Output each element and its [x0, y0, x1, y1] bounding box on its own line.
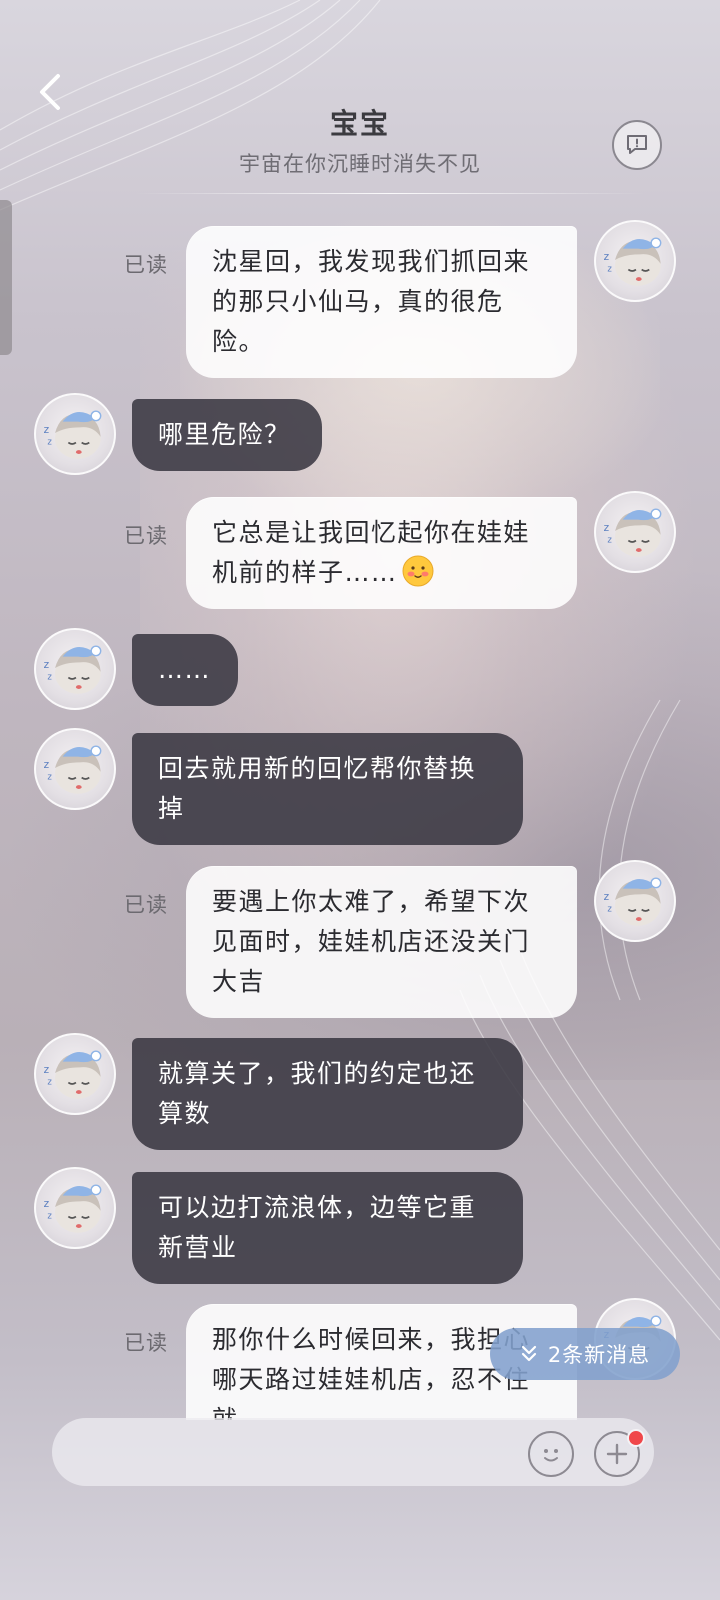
notification-dot: [627, 1429, 645, 1447]
contact-avatar[interactable]: z z: [34, 1033, 116, 1115]
message-text-line: 它总是让我回忆起你在娃娃: [212, 518, 531, 547]
message-bubble-received[interactable]: 可以边打流浪体，边等它重 新营业: [132, 1172, 523, 1284]
message-text-line: 险。: [212, 327, 266, 356]
message-text-line: 就……: [212, 1405, 292, 1420]
svg-text:z: z: [47, 437, 52, 447]
message-bubble-sent[interactable]: 要遇上你太难了，希望下次 见面时，娃娃机店还没关门 大吉: [186, 866, 577, 1018]
my-avatar[interactable]: z z: [594, 491, 676, 573]
read-status-label: 已读: [124, 253, 168, 277]
contact-avatar[interactable]: z z: [34, 728, 116, 810]
svg-text:z: z: [47, 1211, 52, 1221]
plus-icon: [606, 1443, 628, 1465]
sleepy-chibi-avatar-icon: z z: [44, 1050, 102, 1099]
message-text-line: 的那只小仙马，真的很危: [212, 287, 504, 316]
read-status-label: 已读: [124, 524, 168, 548]
svg-text:z: z: [44, 1198, 50, 1210]
svg-text:z: z: [604, 251, 610, 263]
svg-text:z: z: [604, 522, 610, 534]
message-text-line: 要遇上你太难了，希望下次: [212, 887, 531, 916]
svg-text:z: z: [47, 672, 52, 682]
message-text-line: 算数: [158, 1099, 212, 1128]
svg-text:z: z: [44, 659, 50, 671]
sleepy-chibi-avatar-icon: z z: [604, 237, 662, 286]
sleepy-chibi-avatar-icon: z z: [44, 745, 102, 794]
blushing-face-emoji: [402, 555, 434, 587]
message-text-line: 可以边打流浪体，边等它重: [158, 1193, 477, 1222]
new-messages-button[interactable]: 2条新消息: [490, 1328, 680, 1380]
contact-avatar[interactable]: z z: [34, 393, 116, 475]
message-text-line: ……: [158, 655, 211, 684]
svg-text:z: z: [44, 424, 50, 436]
double-chevron-down-icon: [521, 1345, 536, 1362]
svg-text:z: z: [44, 1064, 50, 1076]
message-bubble-received[interactable]: 就算关了，我们的约定也还 算数: [132, 1038, 523, 1150]
svg-text:z: z: [607, 264, 612, 274]
read-status-label: 已读: [124, 893, 168, 917]
sleepy-chibi-avatar-icon: z z: [604, 877, 662, 926]
message-text-line-with-emoji: 机前的样子……: [212, 553, 551, 593]
contact-avatar[interactable]: z z: [34, 628, 116, 710]
message-bubble-sent[interactable]: 它总是让我回忆起你在娃娃 机前的样子……: [186, 497, 577, 609]
sleepy-chibi-avatar-icon: z z: [44, 1184, 102, 1233]
my-avatar[interactable]: z z: [594, 220, 676, 302]
contact-avatar[interactable]: z z: [34, 1167, 116, 1249]
svg-text:z: z: [607, 904, 612, 914]
svg-text:z: z: [47, 1077, 52, 1087]
new-messages-label: 2条新消息: [547, 1343, 651, 1367]
svg-text:z: z: [44, 759, 50, 771]
message-text-line: 掉: [158, 794, 185, 823]
sleepy-chibi-avatar-icon: z z: [604, 508, 662, 557]
message-text-line: 哪里危险？: [158, 420, 291, 449]
message-text-line: 新营业: [158, 1233, 238, 1262]
sleepy-chibi-avatar-icon: z z: [44, 410, 102, 459]
message-text-line: 大吉: [212, 967, 266, 996]
message-bubble-sent[interactable]: 沈星回，我发现我们抓回来 的那只小仙马，真的很危 险。: [186, 226, 577, 378]
message-text-line: 沈星回，我发现我们抓回来: [212, 247, 531, 276]
svg-text:z: z: [607, 535, 612, 545]
read-status-label: 已读: [124, 1331, 168, 1355]
message-list[interactable]: 已读 沈星回，我发现我们抓回来 的那只小仙马，真的很危 险。 z z z z 哪…: [0, 0, 720, 1420]
svg-text:z: z: [604, 891, 610, 903]
emoji-button[interactable]: [528, 1431, 574, 1477]
message-text-line: 见面时，娃娃机店还没关门: [212, 927, 531, 956]
smiley-icon: [544, 1449, 558, 1462]
message-text-line: 就算关了，我们的约定也还: [158, 1059, 477, 1088]
my-avatar[interactable]: z z: [594, 860, 676, 942]
sleepy-chibi-avatar-icon: z z: [44, 645, 102, 694]
message-text-line: 回去就用新的回忆帮你替换: [158, 754, 477, 783]
message-bubble-received[interactable]: 哪里危险？: [132, 399, 322, 471]
message-bubble-received[interactable]: ……: [132, 634, 238, 706]
message-bubble-received[interactable]: 回去就用新的回忆帮你替换 掉: [132, 733, 523, 845]
svg-text:z: z: [47, 772, 52, 782]
